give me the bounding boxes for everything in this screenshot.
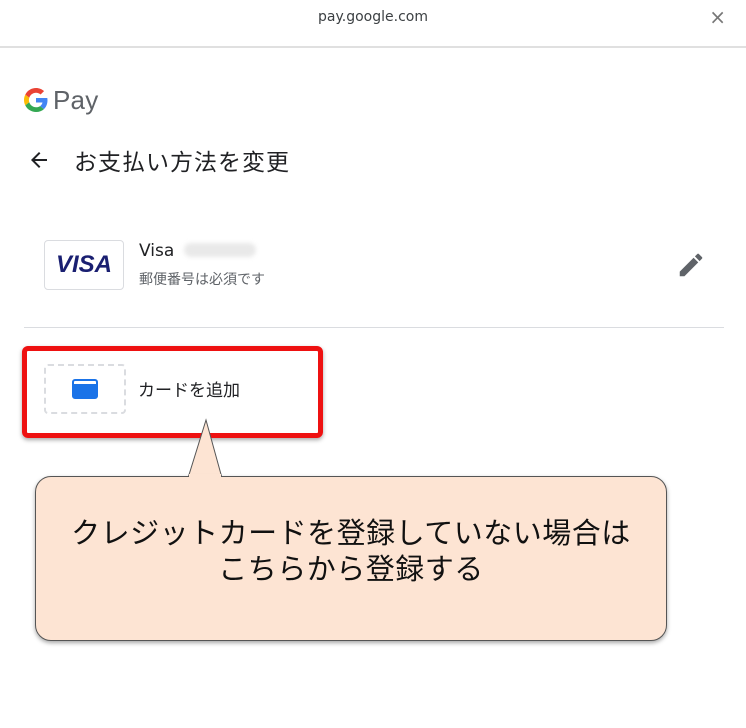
masked-card-number <box>184 243 257 257</box>
page-title: お支払い方法を変更 <box>74 150 290 176</box>
payment-method-visa[interactable]: VISA Visa 郵便番号は必須です <box>24 230 724 300</box>
google-pay-logo: Pay <box>24 84 98 116</box>
page-header: お支払い方法を変更 <box>24 140 290 180</box>
back-button[interactable] <box>24 145 54 175</box>
annotation-highlight-box <box>22 346 323 438</box>
page-url: pay.google.com <box>318 9 428 25</box>
edit-card-button[interactable] <box>676 250 706 280</box>
card-brand-label: Visa <box>139 241 175 261</box>
pencil-icon <box>679 253 703 277</box>
divider <box>24 327 724 328</box>
visa-logo: VISA <box>44 240 124 290</box>
annotation-line-1: クレジットカードを登録していない場合は <box>71 516 631 550</box>
annotation-line-2: こちらから登録する <box>218 552 484 586</box>
visa-logo-text: VISA <box>55 251 112 278</box>
close-icon[interactable]: × <box>709 6 726 28</box>
pay-wordmark: Pay <box>53 84 99 115</box>
annotation-callout: クレジットカードを登録していない場合は こちらから登録する <box>35 476 667 641</box>
card-name: Visa <box>139 241 257 261</box>
annotation-text: クレジットカードを登録していない場合は こちらから登録する <box>36 515 666 587</box>
google-g-icon <box>24 88 48 112</box>
card-status-note: 郵便番号は必須です <box>139 272 265 288</box>
browser-title-bar: pay.google.com × <box>0 0 746 48</box>
arrow-back-icon <box>31 152 47 168</box>
